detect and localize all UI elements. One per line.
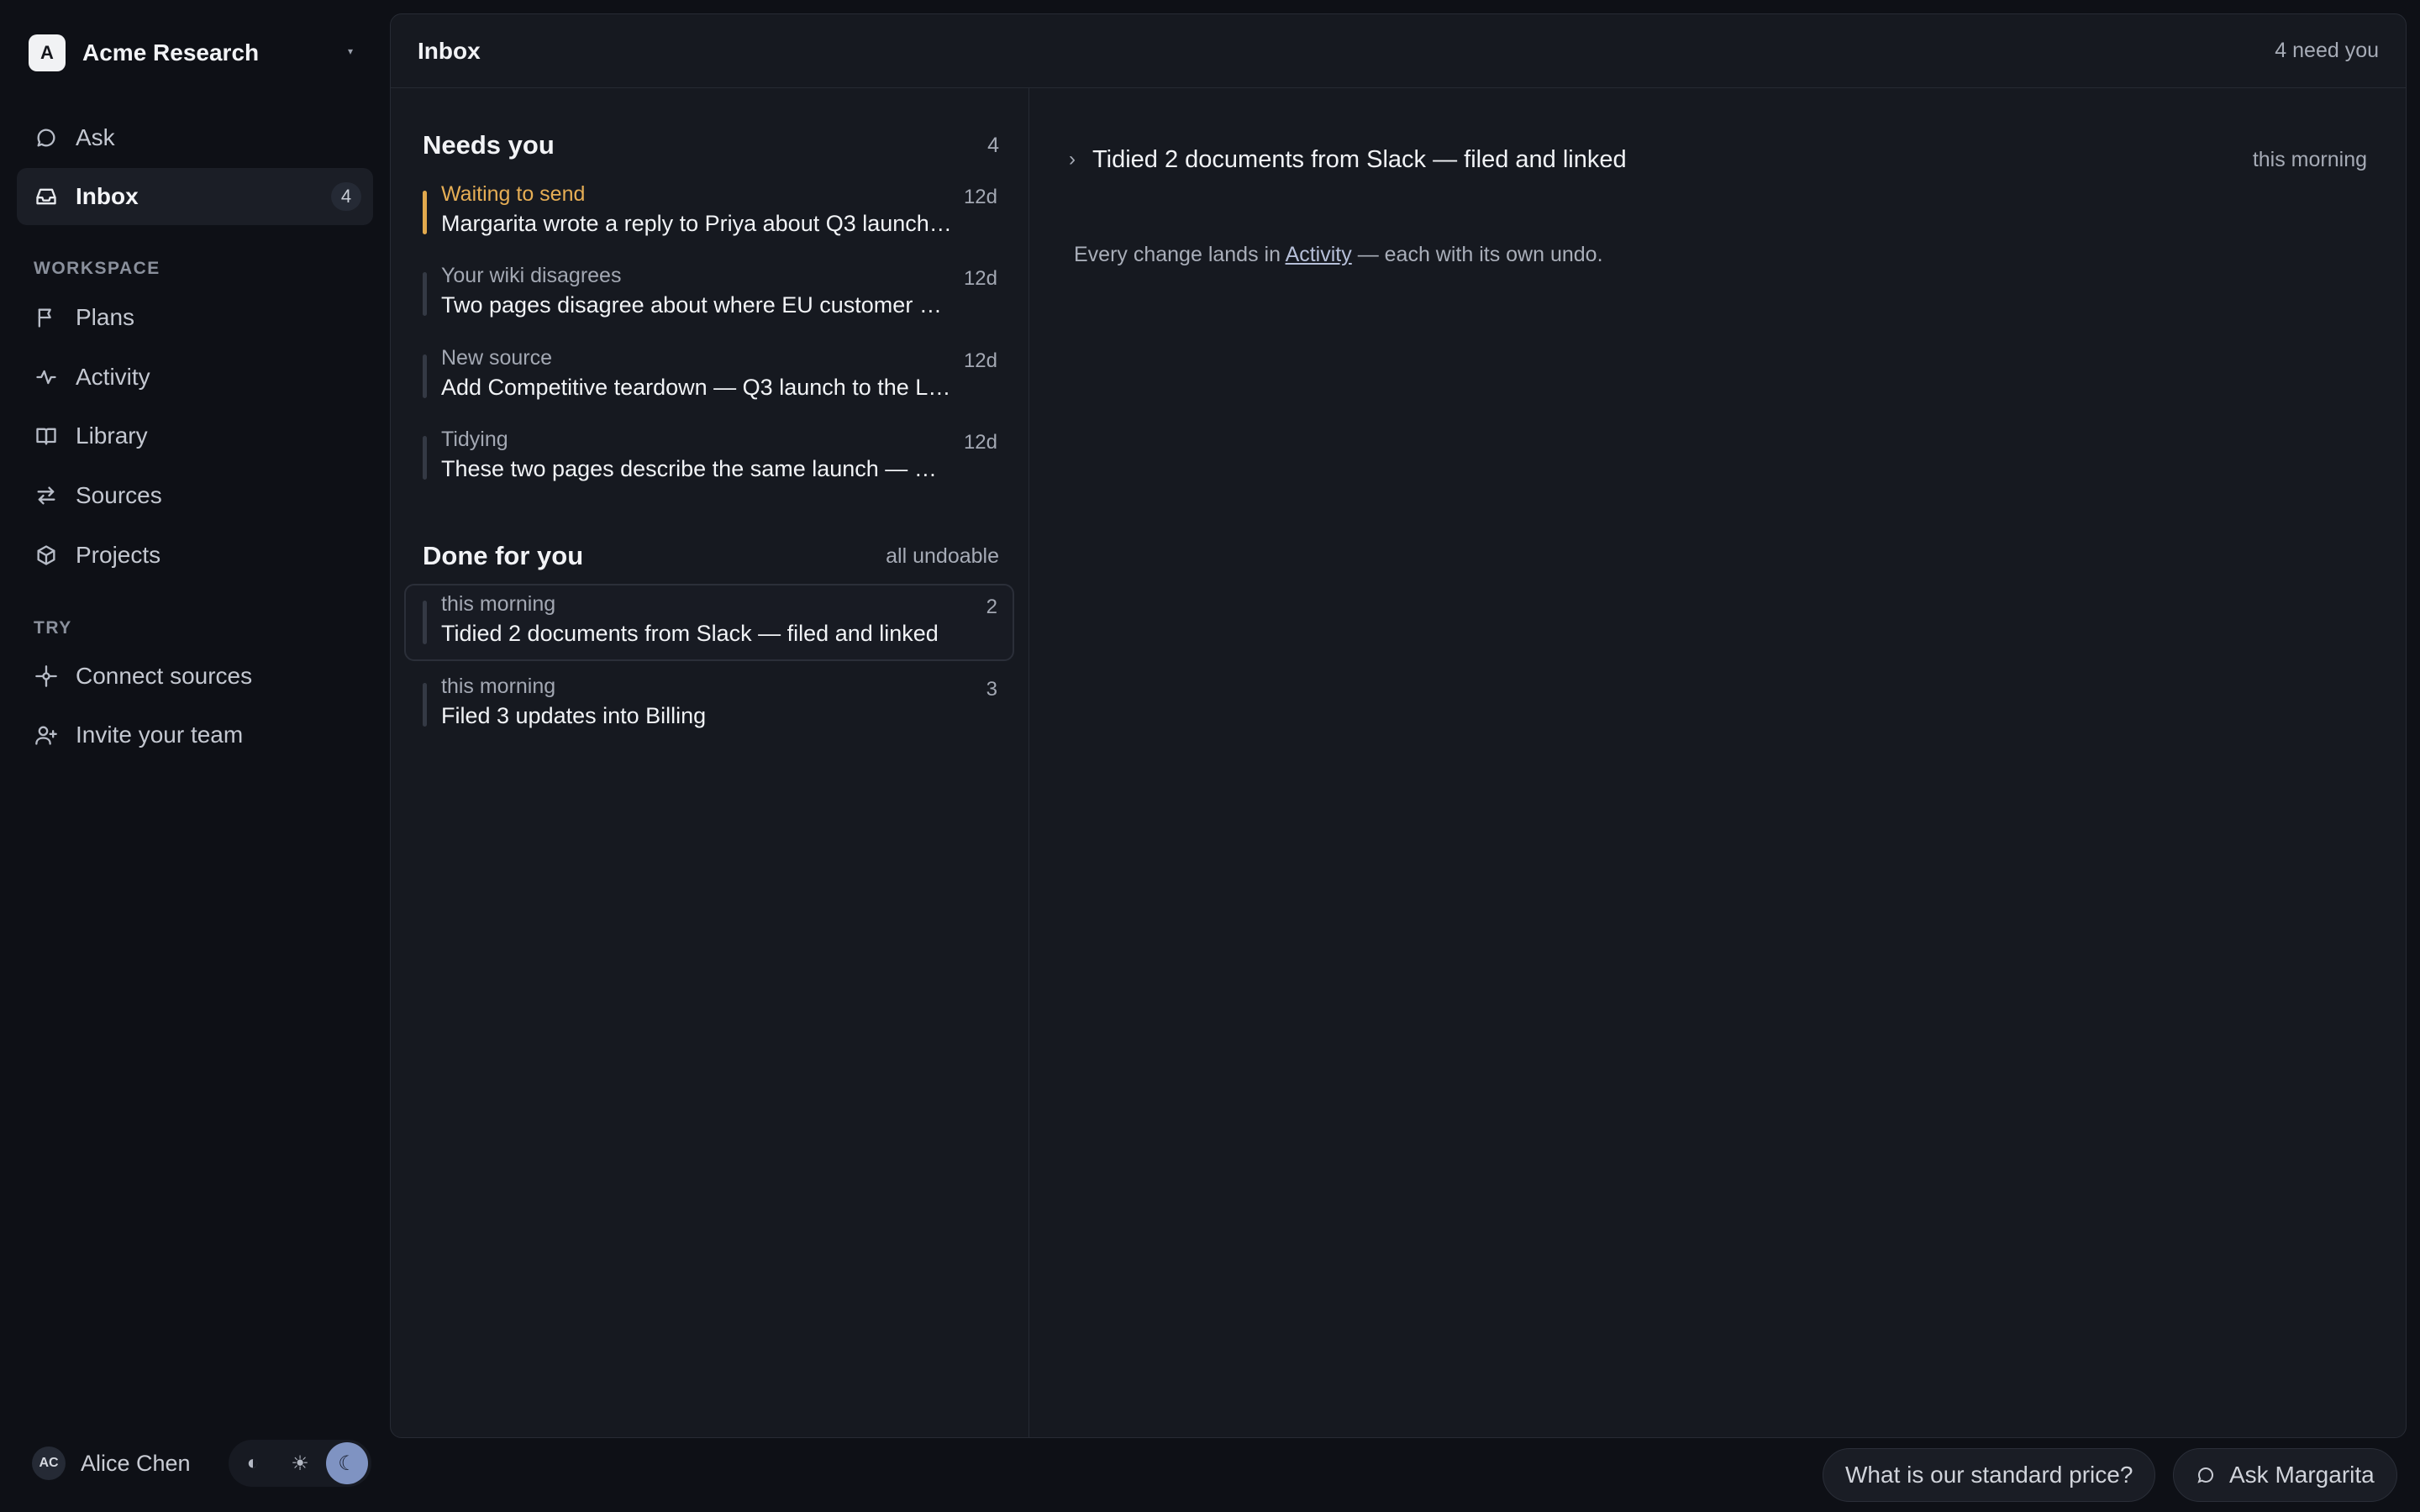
- chat-bubble-icon: [34, 125, 59, 150]
- sidebar-item-connect-sources[interactable]: Connect sources: [17, 648, 373, 705]
- item-title: Add Competitive teardown — Q3 launch to …: [441, 375, 954, 400]
- theme-dark-icon[interactable]: ☾: [326, 1442, 368, 1484]
- group-meta: all undoable: [886, 543, 999, 568]
- item-title: These two pages describe the same launch…: [441, 456, 954, 481]
- theme-light-icon[interactable]: ☀: [279, 1442, 321, 1484]
- inbox-count-badge: 4: [331, 182, 361, 211]
- detail-title: Tidied 2 documents from Slack — filed an…: [1092, 145, 1627, 173]
- suggested-question-label: What is our standard price?: [1845, 1462, 2133, 1488]
- item-title: Tidied 2 documents from Slack — filed an…: [441, 621, 939, 646]
- sidebar-item-label: Activity: [76, 364, 150, 390]
- note-suffix: — each with its own undo.: [1351, 243, 1603, 266]
- arrows-swap-icon: [34, 483, 59, 508]
- ask-assistant-label: Ask Margarita: [2229, 1462, 2375, 1488]
- ask-assistant-button[interactable]: Ask Margarita: [2173, 1448, 2397, 1502]
- status-bar: [423, 436, 427, 480]
- note-prefix: Every change lands in: [1074, 243, 1286, 266]
- sidebar-item-projects[interactable]: Projects: [17, 527, 373, 584]
- item-age: 12d: [963, 349, 997, 372]
- detail-pane: › Tidied 2 documents from Slack — filed …: [1030, 88, 2406, 1437]
- list-item-selected[interactable]: this morning Tidied 2 documents from Sla…: [404, 584, 1014, 661]
- group-header-needs-you: Needs you 4: [423, 127, 999, 164]
- item-count: 2: [986, 596, 997, 618]
- status-bar: [423, 272, 427, 316]
- list-item[interactable]: Your wiki disagrees Two pages disagree a…: [404, 255, 1014, 333]
- item-title: Two pages disagree about where EU custom…: [441, 292, 954, 318]
- user-menu[interactable]: AC Alice Chen: [32, 1445, 191, 1482]
- app-root: A Acme Research ▾ Ask Inbox 4 WORKSPACE …: [0, 0, 2420, 1512]
- chevron-right-icon: ›: [1069, 148, 1076, 171]
- avatar: AC: [32, 1446, 66, 1480]
- sidebar-item-label: Invite your team: [76, 722, 244, 748]
- chat-bubble-icon: [2196, 1465, 2229, 1485]
- theme-toggle: ◐ ☀ ☾: [229, 1440, 371, 1487]
- detail-expand-row[interactable]: › Tidied 2 documents from Slack — filed …: [1069, 139, 2367, 181]
- group-title: Done for you: [423, 541, 584, 570]
- theme-auto-icon[interactable]: ◐: [232, 1442, 274, 1484]
- needs-you-summary: 4 need you: [2275, 39, 2379, 62]
- sidebar-item-label: Inbox: [76, 183, 139, 209]
- sidebar-item-label: Connect sources: [76, 663, 253, 689]
- item-kicker: this morning: [441, 592, 556, 616]
- user-name: Alice Chen: [81, 1450, 191, 1476]
- sidebar-item-label: Plans: [76, 304, 135, 330]
- detail-timestamp: this morning: [2252, 147, 2367, 171]
- item-age: 12d: [963, 186, 997, 208]
- sparkle-icon: [34, 664, 59, 689]
- workspace-avatar: A: [29, 34, 66, 71]
- item-title: Filed 3 updates into Billing: [441, 703, 707, 728]
- group-header-done-for-you: Done for you all undoable: [423, 538, 999, 575]
- group-title: Needs you: [423, 130, 555, 160]
- item-kicker: Waiting to send: [441, 182, 586, 206]
- item-kicker: Your wiki disagrees: [441, 264, 622, 287]
- item-kicker: Tidying: [441, 428, 508, 451]
- sidebar-item-sources[interactable]: Sources: [17, 467, 373, 524]
- status-bar: [423, 683, 427, 727]
- pulse-icon: [34, 365, 59, 390]
- item-title: Margarita wrote a reply to Priya about Q…: [441, 211, 954, 236]
- detail-note: Every change lands in Activity — each wi…: [1074, 243, 1603, 267]
- sidebar-item-inbox[interactable]: Inbox 4: [17, 168, 373, 225]
- list-item[interactable]: Waiting to send Margarita wrote a reply …: [404, 174, 1014, 251]
- item-kicker: New source: [441, 346, 552, 370]
- sidebar-item-label: Ask: [76, 124, 115, 150]
- section-label-workspace: WORKSPACE: [34, 259, 160, 278]
- list-item[interactable]: Tidying These two pages describe the sam…: [404, 419, 1014, 496]
- item-count: 3: [986, 678, 997, 701]
- status-bar: [423, 601, 427, 644]
- book-icon: [34, 423, 59, 449]
- activity-link[interactable]: Activity: [1286, 243, 1352, 266]
- panel-header: Inbox 4 need you: [391, 14, 2406, 88]
- sidebar-item-plans[interactable]: Plans: [17, 289, 373, 346]
- sidebar-item-library[interactable]: Library: [17, 407, 373, 465]
- sidebar-item-label: Library: [76, 423, 148, 449]
- list-item[interactable]: New source Add Competitive teardown — Q3…: [404, 338, 1014, 415]
- inbox-panel: Inbox 4 need you Needs you 4 Waiting to …: [390, 13, 2407, 1438]
- section-label-try: TRY: [34, 618, 72, 638]
- inbox-icon: [34, 184, 59, 209]
- status-bar: [423, 191, 427, 234]
- cube-icon: [34, 543, 59, 568]
- sidebar-item-activity[interactable]: Activity: [17, 349, 373, 406]
- item-age: 12d: [963, 431, 997, 454]
- user-plus-icon: [34, 722, 59, 748]
- group-count: 4: [987, 133, 999, 157]
- inbox-list: Needs you 4 Waiting to send Margarita wr…: [391, 88, 1029, 1437]
- status-bar: [423, 354, 427, 398]
- sidebar: A Acme Research ▾ Ask Inbox 4 WORKSPACE …: [0, 0, 390, 1512]
- workspace-switcher[interactable]: A Acme Research ▾: [29, 34, 365, 72]
- sidebar-item-invite-team[interactable]: Invite your team: [17, 706, 373, 764]
- sidebar-item-label: Projects: [76, 542, 161, 568]
- item-kicker: this morning: [441, 675, 556, 698]
- chevron-down-icon: ▾: [347, 45, 353, 57]
- list-item[interactable]: this morning Filed 3 updates into Billin…: [404, 666, 1014, 743]
- sidebar-item-label: Sources: [76, 482, 162, 508]
- workspace-name: Acme Research: [82, 39, 260, 66]
- item-age: 12d: [963, 267, 997, 290]
- flag-icon: [34, 305, 59, 330]
- sidebar-item-ask[interactable]: Ask: [17, 109, 373, 166]
- page-title: Inbox: [418, 37, 481, 64]
- suggested-question-button[interactable]: What is our standard price?: [1823, 1448, 2156, 1502]
